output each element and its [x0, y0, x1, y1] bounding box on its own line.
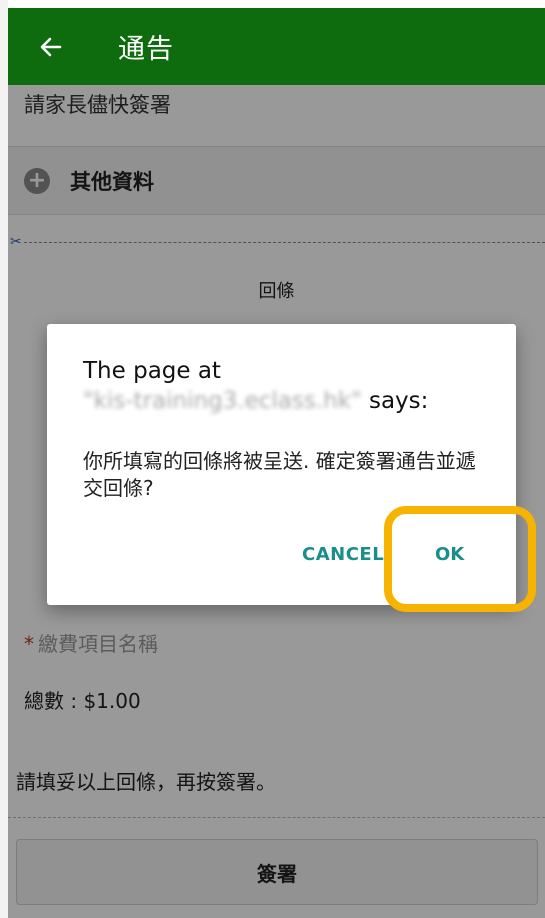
- ok-highlight-box: [384, 506, 536, 612]
- page-title: 通告: [118, 34, 174, 65]
- cancel-button[interactable]: CANCEL: [302, 544, 384, 565]
- arrow-left-icon[interactable]: [38, 34, 78, 60]
- dialog-title: The page at "kis-training3.eclass.hk" sa…: [83, 356, 483, 416]
- dialog-title-suffix: says:: [361, 388, 429, 414]
- dialog-message: 你所填寫的回條將被呈送. 確定簽署通告並遞交回條?: [83, 449, 476, 500]
- screen: 通告 請家長儘快簽署 + 其他資料 ✂ 回條 * 繳費項目名稱 總數 : $1.0…: [0, 0, 545, 918]
- dialog-title-url: "kis-training3.eclass.hk": [83, 388, 362, 414]
- app-bar: 通告: [8, 8, 545, 85]
- left-edge: [0, 0, 8, 918]
- dialog-title-prefix: The page at: [83, 358, 221, 384]
